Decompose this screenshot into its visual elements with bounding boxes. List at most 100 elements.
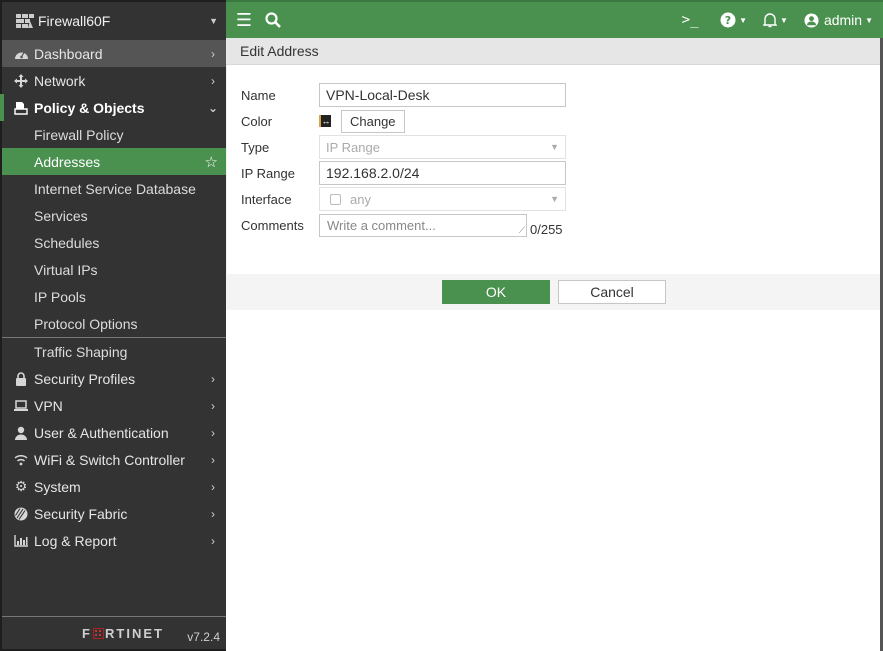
policy-objects-icon: [12, 101, 30, 115]
help-icon: ?: [720, 12, 736, 28]
help-menu[interactable]: ? ▼: [720, 1, 747, 39]
sidebar-subitem-label: Virtual IPs: [34, 261, 98, 278]
sidebar-item-policy-objects[interactable]: Policy & Objects ⌄: [0, 94, 226, 121]
type-select[interactable]: IP Range ▼: [319, 135, 566, 159]
sidebar-subitem-label: Schedules: [34, 234, 100, 251]
sidebar-item-label: WiFi & Switch Controller: [34, 451, 185, 468]
caret-down-icon: ▼: [780, 15, 788, 25]
change-color-button[interactable]: Change: [341, 109, 405, 133]
sidebar-item-label: Security Fabric: [34, 505, 128, 522]
color-label: Color: [241, 113, 273, 129]
hamburger-menu-icon[interactable]: ☰: [226, 1, 262, 39]
comments-label: Comments: [241, 217, 304, 233]
sidebar-subitem-services[interactable]: Services: [2, 202, 226, 229]
sidebar-item-log-report[interactable]: Log & Report ›: [2, 527, 226, 554]
sidebar-item-label: Log & Report: [34, 532, 117, 549]
sidebar-item-security-fabric[interactable]: Security Fabric ›: [2, 500, 226, 527]
device-selector[interactable]: Firewall60F ▼: [2, 2, 226, 40]
user-avatar-icon: [804, 12, 819, 28]
svg-text:?: ?: [725, 14, 731, 27]
chevron-right-icon: ›: [211, 73, 215, 88]
sidebar-subitem-internet-service-database[interactable]: Internet Service Database: [2, 175, 226, 202]
dashboard-gauge-icon: [12, 48, 30, 60]
form-actions: OK Cancel: [226, 274, 880, 310]
sidebar-subitem-label: Services: [34, 207, 88, 224]
resize-grip-icon[interactable]: ⟋: [519, 225, 525, 236]
comments-row: Comments Write a comment... ⟋ 0/255: [241, 212, 880, 238]
sidebar-subitem-firewall-policy[interactable]: Firewall Policy: [2, 121, 226, 148]
type-label: Type: [241, 139, 270, 155]
gear-icon: ⚙: [14, 478, 28, 494]
caret-down-icon: ▼: [739, 15, 748, 25]
fortigate-app: Firewall60F ▼ Dashboard › Network › Poli…: [0, 0, 883, 651]
sidebar-subitem-traffic-shaping[interactable]: Traffic Shaping: [2, 338, 226, 365]
main-content: Edit Address Name VPN-Local-Desk Color ↔…: [226, 38, 883, 651]
user-icon: [12, 426, 30, 440]
chevron-right-icon: ›: [211, 46, 215, 61]
edit-address-form: Name VPN-Local-Desk Color ↔ Change Type …: [226, 65, 880, 274]
search-icon[interactable]: [262, 1, 284, 39]
sidebar-item-label: VPN: [34, 397, 63, 414]
sidebar-item-network[interactable]: Network ›: [2, 67, 226, 94]
iprange-input[interactable]: 192.168.2.0/24: [319, 161, 566, 185]
sidebar-subitem-ip-pools[interactable]: IP Pools: [2, 283, 226, 310]
type-select-value: IP Range: [326, 139, 380, 155]
interface-select-value-wrap: any: [326, 192, 371, 207]
color-row: Color ↔ Change: [241, 108, 880, 134]
name-label: Name: [241, 87, 276, 103]
favorite-star-icon[interactable]: ☆: [205, 153, 218, 171]
sidebar-subitem-protocol-options[interactable]: Protocol Options: [2, 310, 226, 337]
sidebar-item-label: Security Profiles: [34, 370, 136, 387]
chevron-right-icon: ›: [211, 452, 215, 467]
chevron-right-icon: ›: [211, 398, 215, 413]
comments-textarea[interactable]: Write a comment... ⟋: [319, 213, 527, 237]
sidebar-subitem-label: Protocol Options: [34, 315, 138, 332]
wifi-icon: [12, 454, 30, 466]
interface-label: Interface: [241, 191, 292, 207]
sidebar-subitem-label: Traffic Shaping: [34, 343, 128, 360]
bar-chart-icon: [12, 534, 30, 547]
interface-select-value: any: [350, 191, 371, 207]
ok-button[interactable]: OK: [442, 280, 550, 304]
iprange-row: IP Range 192.168.2.0/24: [241, 160, 880, 186]
sidebar-subitem-virtual-ips[interactable]: Virtual IPs: [2, 256, 226, 283]
sidebar: Firewall60F ▼ Dashboard › Network › Poli…: [0, 0, 226, 651]
fortinet-logo-mark-icon: [93, 627, 104, 639]
sidebar-footer: F RTINET v7.2.4: [2, 616, 226, 649]
cli-console-icon[interactable]: >_: [676, 1, 704, 39]
sidebar-subitem-label: Addresses: [34, 153, 101, 170]
interface-row: Interface any ▼: [241, 186, 880, 212]
sidebar-item-wifi-switch[interactable]: WiFi & Switch Controller ›: [2, 446, 226, 473]
dropdown-caret-icon: ▼: [550, 142, 559, 152]
sidebar-item-security-profiles[interactable]: Security Profiles ›: [2, 365, 226, 392]
chevron-down-icon: ⌄: [207, 100, 219, 115]
device-name: Firewall60F: [38, 13, 111, 29]
name-row: Name VPN-Local-Desk: [241, 82, 880, 108]
sidebar-item-vpn[interactable]: VPN ›: [2, 392, 226, 419]
cancel-button[interactable]: Cancel: [558, 280, 666, 304]
color-swatch-icon: ↔: [319, 115, 331, 127]
interface-select[interactable]: any ▼: [319, 187, 566, 211]
sidebar-item-label: Policy & Objects: [34, 99, 145, 116]
name-input[interactable]: VPN-Local-Desk: [319, 83, 566, 107]
sidebar-subitem-schedules[interactable]: Schedules: [2, 229, 226, 256]
lock-icon: [12, 371, 30, 386]
notifications-menu[interactable]: ▼: [763, 1, 788, 39]
sidebar-item-label: User & Authentication: [34, 424, 169, 441]
user-menu[interactable]: admin ▼: [804, 1, 873, 39]
iprange-label: IP Range: [241, 165, 295, 181]
chevron-right-icon: ›: [211, 425, 215, 440]
sidebar-subitem-addresses[interactable]: Addresses ☆: [2, 148, 226, 175]
firmware-version: v7.2.4: [187, 630, 220, 644]
fortinet-logo: F RTINET: [82, 625, 164, 641]
sidebar-subitem-label: Firewall Policy: [34, 126, 124, 143]
network-arrows-icon: [12, 73, 30, 88]
laptop-icon: [12, 399, 30, 412]
chevron-right-icon: ›: [211, 479, 215, 494]
sidebar-item-dashboard[interactable]: Dashboard ›: [2, 40, 226, 67]
sidebar-item-label: Dashboard: [34, 45, 103, 62]
sidebar-item-user-authentication[interactable]: User & Authentication ›: [2, 419, 226, 446]
interface-checkbox[interactable]: [330, 193, 341, 205]
sidebar-item-system[interactable]: ⚙ System ›: [2, 473, 226, 500]
caret-down-icon: ▼: [865, 15, 873, 25]
